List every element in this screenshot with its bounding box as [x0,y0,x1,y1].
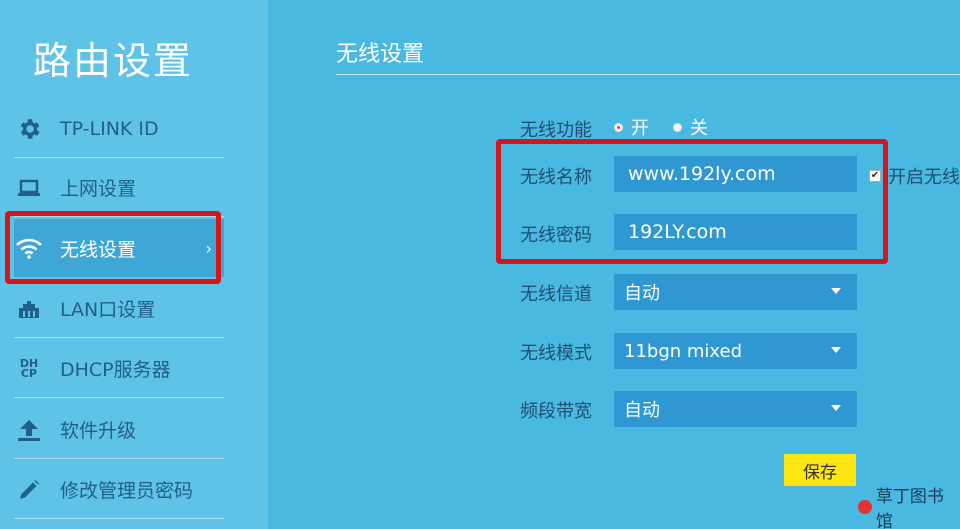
wireless-function-radio-group: 开 关 [614,114,732,140]
sidebar-item-label: 上网设置 [60,178,137,200]
sidebar-item-admin-password[interactable]: 修改管理员密码 [14,461,224,519]
sidebar-item-label: 软件升级 [60,420,137,442]
title-divider [336,74,960,75]
sidebar-item-lan[interactable]: LAN口设置 [14,280,224,338]
wireless-mode-value: 11bgn mixed [624,340,743,362]
watermark-text: 草丁图书馆 [875,487,944,529]
sidebar-item-upgrade[interactable]: 软件升级 [14,401,224,459]
sidebar-item-label: LAN口设置 [60,299,156,321]
upload-icon [14,415,44,445]
caret-down-icon [831,288,841,294]
pencil-icon [14,475,44,505]
sidebar-item-dhcp[interactable]: DH CP DHCP服务器 [14,340,224,398]
caret-down-icon [831,405,841,411]
page-title: 无线设置 [336,42,425,67]
sidebar: 路由设置 TP-LINK ID 上网设置 无线设置 › LAN口设置 DH CP … [0,0,268,529]
radio-off-label: 关 [690,118,708,139]
sidebar-item-internet[interactable]: 上网设置 [14,159,224,217]
enable-wireless-label: 开启无线 [888,167,960,188]
dhcp-icon: DH CP [19,356,39,380]
radio-on-label: 开 [631,118,649,139]
watermark-logo-icon [858,500,872,514]
caret-down-icon [831,347,841,353]
bandwidth-value: 自动 [624,400,660,421]
wireless-mode-select[interactable]: 11bgn mixed [614,333,857,369]
wireless-mode-label: 无线模式 [520,343,592,364]
save-button[interactable]: 保存 [784,454,856,486]
sidebar-title: 路由设置 [33,39,194,83]
sidebar-item-tplink-id[interactable]: TP-LINK ID [14,100,224,158]
sidebar-item-label: DHCP服务器 [60,359,171,381]
radio-off[interactable] [673,122,682,132]
wireless-channel-label: 无线信道 [520,284,592,305]
bandwidth-select[interactable]: 自动 [614,391,857,427]
laptop-icon [14,173,44,203]
sidebar-item-label: TP-LINK ID [60,117,159,140]
bandwidth-label: 频段带宽 [520,401,592,422]
highlight-box-form [496,139,888,264]
gear-icon [14,114,44,144]
wireless-channel-select[interactable]: 自动 [614,274,857,310]
sidebar-item-label: 修改管理员密码 [60,480,194,502]
radio-on[interactable] [614,122,623,132]
highlight-box-nav [5,211,221,284]
wireless-channel-value: 自动 [624,283,660,304]
lan-icon [14,294,44,324]
watermark: 草丁图书馆 [858,482,960,529]
